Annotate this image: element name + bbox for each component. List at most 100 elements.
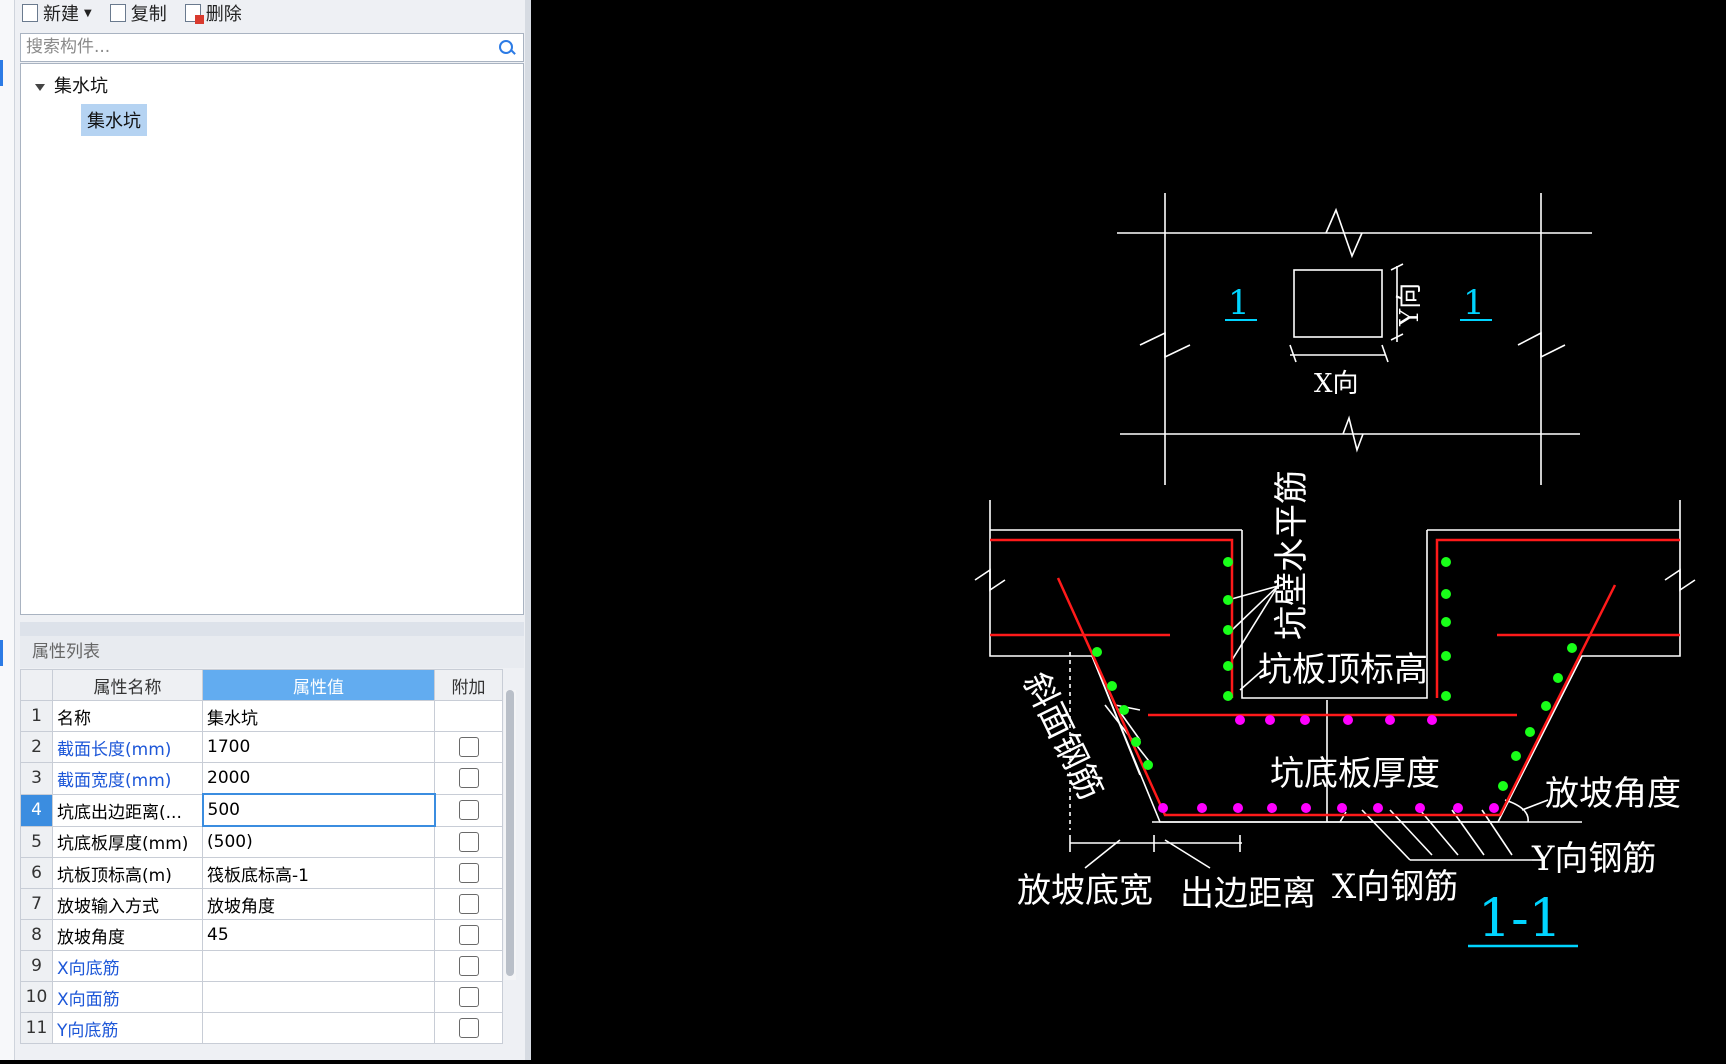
- leader-line: [1084, 839, 1121, 869]
- property-name-cell[interactable]: X向底筋: [52, 950, 203, 982]
- extra-checkbox-cell: [434, 793, 503, 827]
- table-row[interactable]: 10 X向面筋: [20, 981, 503, 1013]
- section-labels: 坑壁水平筋 坑板顶标高 斜面钢筋 坑底板厚度 放坡角度 Y向钢筋 X向钢筋 放坡…: [1015, 470, 1681, 914]
- section-mark-right: 1: [1463, 283, 1485, 323]
- table-row[interactable]: 4 坑底出边距离(... 500: [20, 793, 503, 827]
- property-value-cell[interactable]: 集水坑: [202, 700, 435, 732]
- y-rebar-label: Y向钢筋: [1531, 839, 1656, 879]
- rebar-dot-green: [1441, 589, 1451, 599]
- extra-checkbox-cell: [434, 731, 503, 763]
- table-row[interactable]: 7 放坡输入方式 放坡角度: [20, 888, 503, 920]
- property-value-cell[interactable]: [202, 950, 435, 982]
- tree-node-selected[interactable]: 集水坑: [81, 104, 147, 136]
- property-value-cell[interactable]: [202, 1012, 435, 1044]
- table-row[interactable]: 6 坑板顶标高(m) 筏板底标高-1: [20, 857, 503, 889]
- x-rebar-label: X向钢筋: [1332, 867, 1458, 907]
- rebar-dot-green: [1441, 651, 1451, 661]
- rebar-dot-green: [1223, 557, 1233, 567]
- extra-checkbox[interactable]: [458, 768, 479, 789]
- table-row[interactable]: 8 放坡角度 45: [20, 919, 503, 951]
- delete-button[interactable]: 删除: [184, 0, 242, 26]
- rebar-dot-magenta: [1385, 715, 1395, 725]
- table-header-name[interactable]: 属性名称: [52, 669, 203, 701]
- property-panel-title: 属性列表: [20, 636, 524, 668]
- extra-checkbox-cell: [434, 981, 503, 1013]
- rebar-dot-green: [1223, 691, 1233, 701]
- component-tree: 集水坑 集水坑: [20, 63, 524, 615]
- property-name-cell[interactable]: X向面筋: [52, 981, 203, 1013]
- property-value-cell[interactable]: (500): [202, 825, 435, 858]
- property-value-cell[interactable]: [202, 981, 435, 1013]
- section-mark-left: 1: [1228, 283, 1250, 323]
- extra-checkbox[interactable]: [458, 863, 479, 883]
- search-input[interactable]: [21, 34, 491, 60]
- extra-checkbox-cell: [434, 857, 503, 889]
- row-index: 5: [20, 825, 53, 858]
- property-name-cell[interactable]: 截面宽度(mm): [52, 762, 203, 795]
- row-index: 9: [20, 950, 53, 982]
- extra-checkbox[interactable]: [458, 737, 479, 757]
- property-value-cell[interactable]: 筏板底标高-1: [202, 857, 435, 889]
- rebar-dot-green: [1541, 701, 1551, 711]
- leader-line: [1481, 809, 1513, 856]
- panel-divider[interactable]: [20, 622, 524, 636]
- table-row[interactable]: 3 截面宽度(mm) 2000: [20, 762, 503, 795]
- pit-outline-plan: [1293, 269, 1383, 338]
- search-box: [20, 33, 524, 62]
- table-row[interactable]: 11 Y向底筋: [20, 1012, 503, 1044]
- rebar-dot-green: [1223, 595, 1233, 605]
- rebar-dot-green: [1567, 643, 1577, 653]
- extra-checkbox[interactable]: [458, 1018, 479, 1038]
- property-name-cell[interactable]: 坑底出边距离(...: [52, 793, 203, 827]
- delete-button-label: 删除: [205, 4, 242, 25]
- new-button[interactable]: 新建 ▼: [22, 0, 92, 26]
- rebar-dot-green: [1553, 673, 1563, 683]
- extra-checkbox[interactable]: [458, 987, 479, 1007]
- rebar-dot-green: [1092, 647, 1102, 657]
- dropdown-arrow-icon[interactable]: ▼: [84, 8, 92, 19]
- extra-checkbox[interactable]: [458, 925, 479, 945]
- extra-checkbox-cell: [434, 888, 503, 920]
- extra-checkbox[interactable]: [458, 800, 479, 820]
- row-index: 6: [20, 857, 53, 889]
- rebar-dot-green: [1223, 661, 1233, 671]
- rebar-dot-green: [1441, 557, 1451, 567]
- property-value-cell[interactable]: 500: [201, 793, 436, 827]
- rebar-dot-magenta: [1427, 715, 1437, 725]
- property-value-cell[interactable]: 放坡角度: [202, 888, 435, 920]
- property-name-cell[interactable]: 截面长度(mm): [52, 731, 203, 763]
- table-header-extra[interactable]: 附加: [434, 669, 503, 701]
- property-value-cell[interactable]: 45: [202, 919, 435, 951]
- rebar-dot-magenta: [1453, 803, 1463, 813]
- table-row[interactable]: 1 名称 集水坑: [20, 700, 503, 732]
- search-icon[interactable]: [499, 40, 513, 54]
- extra-checkbox-cell: [434, 1012, 503, 1044]
- property-name-cell[interactable]: Y向底筋: [52, 1012, 203, 1044]
- extra-checkbox[interactable]: [458, 956, 479, 976]
- new-button-label: 新建: [43, 4, 79, 25]
- table-row[interactable]: 5 坑底板厚度(mm) (500): [20, 825, 503, 858]
- table-row[interactable]: 2 截面长度(mm) 1700: [20, 731, 503, 763]
- property-name-cell[interactable]: 放坡角度: [52, 919, 203, 951]
- break-mark: [1139, 331, 1191, 359]
- property-table: 属性名称 属性值 附加 1 名称 集水坑 2 截面长度(mm) 1700 3 截面宽度(mm)…: [20, 669, 503, 1044]
- scrollbar-thumb[interactable]: [506, 690, 514, 976]
- expand-arrow-icon[interactable]: [35, 83, 45, 91]
- property-name-cell[interactable]: 坑底板厚度(mm): [52, 825, 203, 858]
- rebar-dot-green: [1223, 625, 1233, 635]
- plan-view: [1117, 193, 1592, 485]
- table-row[interactable]: 9 X向底筋: [20, 950, 503, 982]
- property-name-cell[interactable]: 坑板顶标高(m): [52, 857, 203, 889]
- property-value-cell[interactable]: 2000: [202, 762, 435, 795]
- row-index: 10: [20, 981, 53, 1013]
- extra-checkbox[interactable]: [458, 894, 479, 914]
- property-name-cell[interactable]: 名称: [52, 700, 203, 732]
- copy-button[interactable]: 复制: [109, 0, 167, 26]
- table-header-value[interactable]: 属性值: [202, 669, 435, 701]
- rebar-dot-magenta: [1489, 803, 1499, 813]
- drawing-canvas[interactable]: 1 1 X向 Y向 坑壁水平筋 坑板顶标高 斜面钢筋 坑底板厚度 放坡角度 Y向…: [531, 0, 1726, 1060]
- tree-node-root[interactable]: 集水坑: [35, 72, 108, 98]
- property-name-cell[interactable]: 放坡输入方式: [52, 888, 203, 920]
- extra-checkbox[interactable]: [458, 831, 479, 852]
- property-value-cell[interactable]: 1700: [202, 731, 435, 763]
